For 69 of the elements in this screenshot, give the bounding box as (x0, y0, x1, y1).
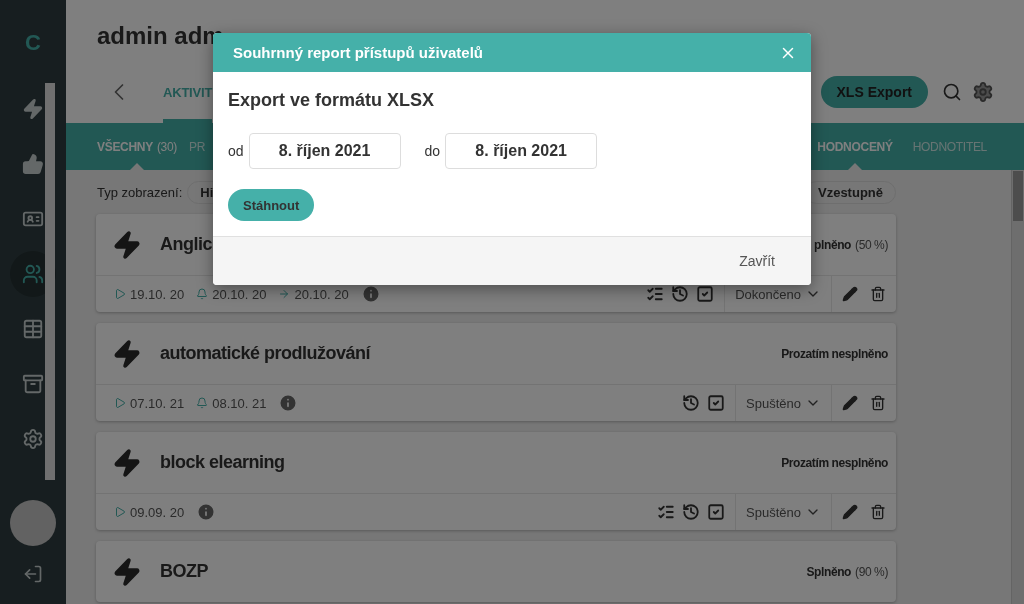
filter-tab[interactable]: VŠECHNY (30) (97, 123, 178, 170)
card-title: block elearning (160, 452, 285, 473)
search-icon[interactable] (942, 82, 962, 102)
role-tab[interactable]: HODNOCENÝ (817, 123, 893, 170)
activity-card[interactable]: block elearning Prozatím nesplněno 09.09. 20 Spuštěno (96, 432, 896, 530)
bolt-icon (22, 98, 44, 120)
history-icon[interactable] (682, 394, 701, 412)
arrow-right-icon (278, 288, 291, 300)
date-text: 20.10. 20 (212, 286, 267, 302)
bell-icon (196, 288, 209, 300)
pencil-icon[interactable] (842, 395, 858, 411)
checklist-icon[interactable] (646, 285, 665, 303)
card-status: plněno (50 %) (814, 237, 888, 252)
settings-icon (22, 428, 44, 450)
pencil-icon[interactable] (842, 286, 858, 302)
view-label: Typ zobrazení: (97, 184, 183, 200)
card-title: BOZP (160, 561, 208, 582)
play-icon (114, 397, 126, 409)
card-title: automatické prodlužování (160, 343, 371, 364)
avatar[interactable] (10, 500, 56, 546)
bolt-icon (112, 447, 142, 478)
card-status: Prozatím nesplněno (781, 346, 888, 361)
to-label: do (424, 143, 441, 159)
date-text: 19.10. 20 (130, 286, 185, 302)
bolt-icon (112, 229, 142, 260)
archive-icon (22, 373, 44, 395)
scrollbar[interactable] (1011, 170, 1024, 604)
state-dropdown[interactable]: Spuštěno (746, 504, 821, 520)
card-status: Prozatím nesplněno (781, 455, 888, 470)
dialog-title: Souhrnný report přístupů uživatelů (233, 44, 483, 61)
history-icon[interactable] (682, 503, 701, 521)
logout-icon[interactable] (23, 564, 43, 584)
close-button[interactable]: Zavřít (733, 252, 781, 270)
thumbs-up-icon (22, 153, 44, 175)
from-date-field[interactable]: 8. říjen 2021 (248, 133, 401, 169)
trash-icon[interactable] (870, 395, 886, 411)
users-icon (22, 263, 44, 285)
play-icon (114, 506, 126, 518)
card-status: Splněno (90 %) (806, 564, 888, 579)
state-dropdown[interactable]: Dokončeno (735, 286, 821, 302)
date-text: 20.10. 20 (294, 286, 349, 302)
download-button[interactable]: Stáhnout (228, 189, 315, 221)
bell-icon (196, 397, 209, 409)
play-icon (114, 288, 126, 300)
xls-export-button[interactable]: XLS Export (820, 76, 928, 108)
checkbox-icon[interactable] (707, 503, 726, 521)
date-text: 08.10. 21 (212, 395, 267, 411)
bolt-icon (112, 338, 142, 369)
to-date-field[interactable]: 8. říjen 2021 (445, 133, 598, 169)
info-icon[interactable] (360, 284, 381, 304)
from-label: od (228, 143, 244, 159)
activity-card[interactable]: automatické prodlužování Prozatím nesplněno 07.10. 21 08.10. 21 Spuštěno (96, 323, 896, 421)
state-dropdown[interactable]: Spuštěno (746, 395, 821, 411)
table-icon (22, 318, 44, 340)
pencil-icon[interactable] (842, 504, 858, 520)
checklist-icon[interactable] (657, 503, 676, 521)
trash-icon[interactable] (870, 504, 886, 520)
date-text: 09.09. 20 (130, 504, 185, 520)
checkbox-icon[interactable] (696, 285, 715, 303)
bolt-icon (112, 556, 142, 587)
logo: C (25, 30, 41, 57)
trash-icon[interactable] (870, 286, 886, 302)
history-icon[interactable] (671, 285, 690, 303)
dialog-heading: Export ve formátu XLSX (228, 90, 436, 111)
date-text: 07.10. 21 (130, 395, 185, 411)
activity-card[interactable]: BOZP Splněno (90 %) (96, 541, 896, 602)
card-title: Anglic (160, 234, 212, 255)
settings-icon[interactable] (972, 81, 994, 103)
checkbox-icon[interactable] (707, 394, 726, 412)
